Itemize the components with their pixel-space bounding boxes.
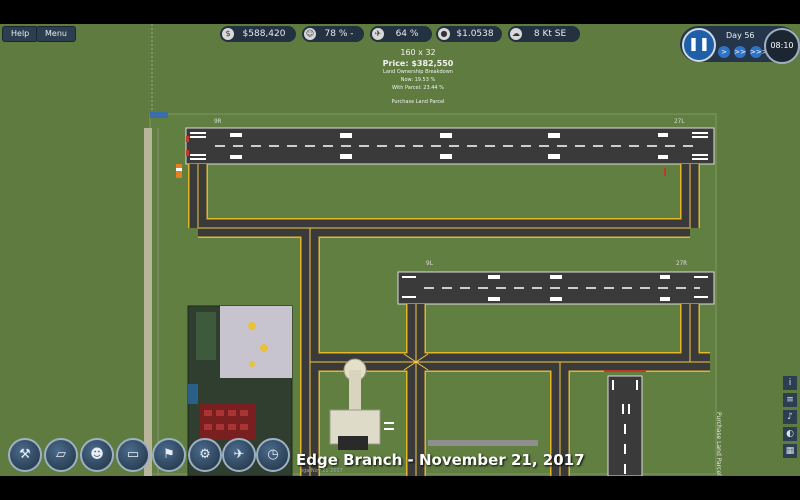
office-block[interactable] bbox=[196, 312, 216, 360]
tower-entrance bbox=[338, 436, 368, 450]
ontime-value: 64 % bbox=[395, 29, 419, 39]
game-screen: 9R 27L 9L 27R Help Menu $ $588,420 ☺ 78 … bbox=[0, 0, 800, 500]
gate-sign[interactable] bbox=[150, 112, 168, 118]
conveyor-icon[interactable]: ▭ bbox=[116, 438, 150, 472]
approach-lights bbox=[604, 370, 646, 372]
ownership-with-parcel: With Parcel: 23.44 % bbox=[392, 85, 444, 91]
staff-icon[interactable]: ☻ bbox=[80, 438, 114, 472]
letterbox-bottom bbox=[0, 476, 800, 500]
menu-button[interactable]: Menu bbox=[36, 26, 76, 42]
fuel-icon: ● bbox=[438, 28, 450, 40]
pause-button[interactable]: ❚❚ bbox=[682, 28, 716, 62]
speed-1-button[interactable]: > bbox=[718, 46, 730, 58]
aircraft-stand[interactable] bbox=[220, 306, 292, 378]
schedule-clock-icon[interactable]: ◷ bbox=[256, 438, 290, 472]
perimeter-road bbox=[144, 128, 152, 476]
plane-icon: ✈ bbox=[372, 28, 384, 40]
branch-title: Edge Branch - November 21, 2017 bbox=[296, 451, 585, 469]
info-desk[interactable] bbox=[188, 384, 198, 404]
weather-stat[interactable]: ☁ 8 Kt SE bbox=[508, 26, 580, 42]
weather-icon: ☁ bbox=[510, 28, 522, 40]
runway-south-label-left: 9L bbox=[426, 260, 434, 267]
smiley-icon: ☺ bbox=[304, 28, 316, 40]
overlay-icon[interactable]: ◐ bbox=[783, 427, 797, 441]
fuel-value: $1.0538 bbox=[456, 29, 494, 39]
ownership-now: Now: 19.53 % bbox=[400, 77, 436, 83]
runway-south-label-right: 27R bbox=[676, 260, 687, 267]
pause-icon: ❚❚ bbox=[688, 37, 710, 52]
parcel-size: 160 x 32 bbox=[400, 48, 436, 57]
check-in-area[interactable] bbox=[200, 404, 256, 440]
hammer-icon[interactable]: ⚒ bbox=[8, 438, 42, 472]
control-tower-shaft[interactable] bbox=[349, 370, 361, 410]
zoning-icon[interactable]: ⚑ bbox=[152, 438, 186, 472]
fuel-stat[interactable]: ● $1.0538 bbox=[436, 26, 502, 42]
letterbox-top bbox=[0, 0, 800, 24]
land-parcel-tooltip: 160 x 32 Price: $382,550 Land Ownership … bbox=[358, 48, 478, 106]
settings-gear-icon[interactable]: ⚙ bbox=[188, 438, 222, 472]
windsock[interactable] bbox=[176, 164, 182, 178]
flight-icon[interactable]: ✈ bbox=[222, 438, 256, 472]
money-stat[interactable]: $ $588,420 bbox=[220, 26, 296, 42]
runway-north-label-left: 9R bbox=[214, 118, 222, 125]
purchase-parcel-action[interactable]: Purchase Land Parcel bbox=[358, 98, 478, 106]
info-icon[interactable]: i bbox=[783, 376, 797, 390]
layers-icon[interactable]: ≡ bbox=[783, 393, 797, 407]
branch-subtitle: ega Nov 21 2017 bbox=[300, 468, 343, 474]
foundation-icon[interactable]: ▱ bbox=[44, 438, 78, 472]
happiness-value: 78 % - bbox=[324, 29, 354, 39]
ontime-stat[interactable]: ✈ 64 % bbox=[370, 26, 432, 42]
money-value: $588,420 bbox=[242, 29, 286, 39]
sound-icon[interactable]: ♪ bbox=[783, 410, 797, 424]
ownership-breakdown-label: Land Ownership Breakdown bbox=[383, 69, 453, 75]
runway-north-label-right: 27L bbox=[674, 118, 685, 125]
weather-value: 8 Kt SE bbox=[533, 29, 567, 39]
coin-icon: $ bbox=[222, 28, 234, 40]
service-road bbox=[428, 440, 538, 446]
speed-3-button[interactable]: >>> bbox=[750, 46, 768, 58]
parcel-price: Price: $382,550 bbox=[382, 59, 454, 68]
happiness-stat[interactable]: ☺ 78 % - bbox=[302, 26, 364, 42]
speed-2-button[interactable]: >> bbox=[734, 46, 746, 58]
day-counter: Day 56 bbox=[726, 31, 755, 40]
side-purchase-label: Purchase Land Parcel bbox=[715, 412, 722, 476]
help-button[interactable]: Help bbox=[2, 26, 38, 42]
grid-icon[interactable]: ▦ bbox=[783, 444, 797, 458]
game-clock[interactable]: 08:10 bbox=[764, 28, 800, 64]
